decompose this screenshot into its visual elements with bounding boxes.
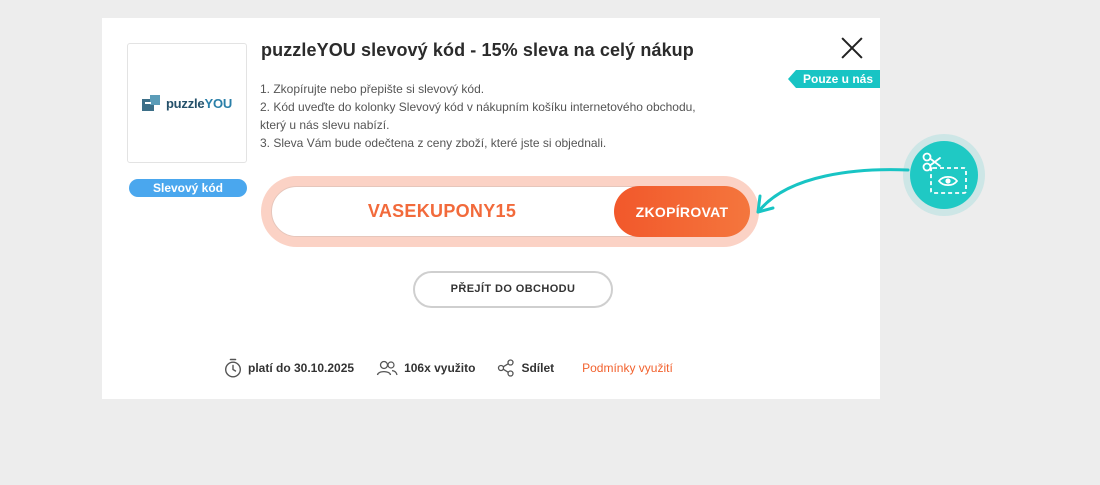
close-icon[interactable] (838, 34, 866, 62)
timer-icon (224, 358, 242, 378)
validity-text: platí do 30.10.2025 (248, 361, 355, 375)
instruction-step: 3. Sleva Vám bude odečtena z ceny zboží,… (260, 136, 607, 150)
users-icon (376, 360, 398, 376)
logo-text-accent: YOU (204, 95, 233, 111)
puzzleyou-logo: puzzleYOU (141, 95, 233, 111)
terms-link[interactable]: Podmínky využití (582, 361, 673, 375)
coupon-code[interactable]: VASEKUPONY15 (272, 187, 612, 236)
coupon-code-box: VASEKUPONY15 ZKOPÍROVAT (261, 176, 759, 247)
coupon-title: puzzleYOU slevový kód - 15% sleva na cel… (261, 40, 694, 60)
share-link[interactable]: Sdílet (497, 359, 554, 377)
exclusive-ribbon: Pouze u nás (788, 70, 880, 88)
shop-logo[interactable]: puzzleYOU (127, 43, 247, 163)
usage-info: 106x využito (376, 360, 475, 376)
puzzle-logo-icon (141, 95, 162, 111)
coupon-footer: platí do 30.10.2025 106x využito Sdílet … (224, 358, 673, 378)
instruction-step: 2. Kód uveďte do kolonky Slevový kód v n… (260, 100, 696, 132)
copy-code-button[interactable]: ZKOPÍROVAT (614, 186, 750, 237)
coupon-helper-circle (910, 141, 978, 209)
coupon-type-badge: Slevový kód (129, 179, 247, 197)
validity-info: platí do 30.10.2025 (224, 358, 354, 378)
go-to-shop-button[interactable]: PŘEJÍT DO OBCHODU (413, 271, 613, 308)
coupon-helper-badge[interactable] (903, 134, 985, 216)
share-text: Sdílet (521, 361, 555, 375)
coupon-code-field: VASEKUPONY15 ZKOPÍROVAT (271, 186, 750, 237)
share-icon (498, 359, 515, 377)
instructions-list: 1. Zkopírujte nebo přepište si slevový k… (260, 80, 700, 152)
scissors-coupon-icon (922, 152, 967, 194)
logo-text-main: puzzle (165, 95, 205, 111)
arrow-icon (756, 168, 910, 214)
usage-text: 106x využito (404, 361, 476, 375)
instruction-step: 1. Zkopírujte nebo přepište si slevový k… (260, 82, 485, 96)
